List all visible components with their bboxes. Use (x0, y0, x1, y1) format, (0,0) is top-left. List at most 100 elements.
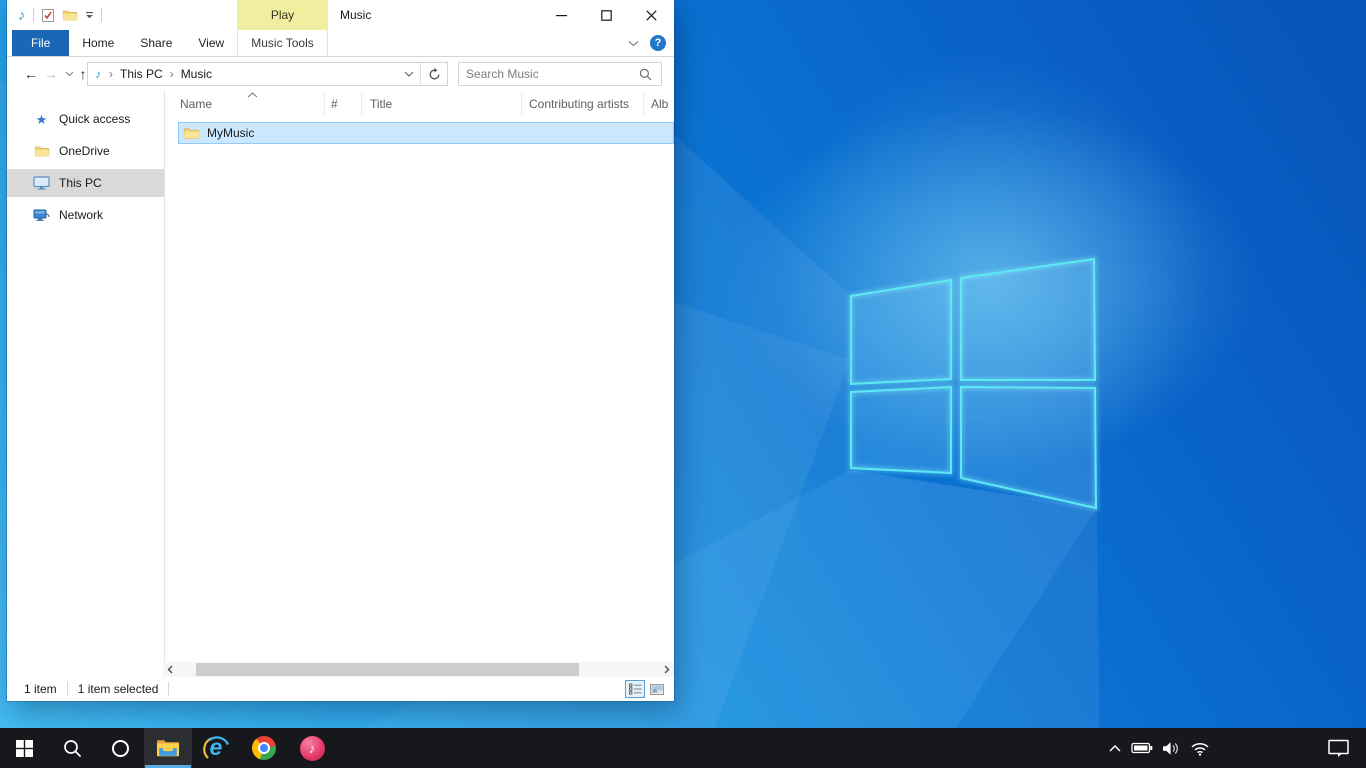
contextual-tab-play[interactable]: Play (237, 0, 328, 30)
breadcrumb-separator: › (104, 67, 118, 81)
new-folder-button[interactable] (62, 4, 78, 26)
internet-explorer-button[interactable]: e (192, 728, 240, 768)
file-name: MyMusic (207, 126, 254, 140)
separator (168, 682, 169, 696)
file-row-mymusic[interactable]: MyMusic (178, 122, 674, 144)
internet-explorer-icon: e (203, 735, 230, 762)
itunes-button[interactable]: ♪ (288, 728, 336, 768)
taskbar-search-button[interactable] (48, 728, 96, 768)
sidebar-item-network[interactable]: Network (7, 201, 164, 229)
sidebar-item-label: Network (59, 208, 103, 222)
close-button[interactable] (629, 0, 674, 30)
close-icon (646, 10, 657, 21)
show-hidden-icons-button[interactable] (1108, 744, 1122, 753)
file-explorer-window: ♪ (7, 0, 674, 701)
cortana-circle-icon (111, 739, 130, 758)
column-header-contributing-artists[interactable]: Contributing artists (522, 91, 644, 117)
logo-pane-bottom-right (961, 387, 1096, 508)
sidebar-item-quick-access[interactable]: ★ Quick access (7, 105, 164, 133)
desktop: ♪ (0, 0, 1366, 768)
refresh-button[interactable] (420, 63, 447, 85)
breadcrumb-music[interactable]: Music (179, 67, 214, 81)
window-controls (539, 0, 674, 30)
logo-pane-top-right (961, 259, 1095, 380)
quick-access-toolbar: ♪ (7, 0, 102, 30)
logo-pane-bottom-left (851, 387, 951, 473)
action-center-button[interactable] (1316, 728, 1360, 768)
view-toggles (625, 680, 667, 698)
column-header-album[interactable]: Alb (644, 91, 674, 117)
taskbar: e ♪ (0, 728, 1366, 768)
volume-tray-icon[interactable] (1162, 741, 1181, 756)
scroll-right-button[interactable] (660, 662, 674, 677)
network-icon (33, 208, 50, 222)
wifi-icon (1190, 741, 1210, 756)
taskbar-file-explorer-button[interactable] (144, 728, 192, 768)
back-button[interactable]: ← (20, 63, 42, 85)
maximize-icon (601, 10, 612, 21)
properties-button[interactable] (41, 4, 55, 26)
column-label: # (331, 97, 338, 111)
tab-music-tools[interactable]: Music Tools (237, 30, 328, 56)
column-label: Alb (651, 97, 668, 111)
tab-view[interactable]: View (185, 30, 237, 56)
file-list-pane: Name # Title Contributing artists (165, 91, 674, 662)
location-music-icon[interactable]: ♪ (88, 67, 104, 81)
ie-ring-icon (203, 735, 230, 762)
address-bar[interactable]: ♪ › This PC › Music (87, 62, 448, 86)
sidebar-item-this-pc[interactable]: This PC (7, 169, 164, 197)
column-header-name[interactable]: Name (165, 91, 325, 117)
sidebar-item-label: This PC (59, 176, 102, 190)
refresh-icon (428, 68, 441, 81)
search-input[interactable] (459, 67, 639, 81)
sidebar-item-label: OneDrive (59, 144, 110, 158)
column-headers: Name # Title Contributing artists (165, 91, 674, 117)
large-icons-view-button[interactable] (647, 680, 667, 698)
cortana-button[interactable] (96, 728, 144, 768)
wifi-tray-icon[interactable] (1190, 741, 1210, 756)
itunes-icon: ♪ (300, 736, 325, 761)
this-pc-monitor-icon (33, 176, 50, 190)
breadcrumb-separator: › (165, 67, 179, 81)
scrollbar-track[interactable] (177, 662, 660, 677)
column-header-title[interactable]: Title (362, 91, 522, 117)
sort-ascending-icon (247, 92, 258, 98)
chrome-button[interactable] (240, 728, 288, 768)
chevron-up-icon (1108, 744, 1122, 753)
action-center-icon (1328, 739, 1349, 758)
file-explorer-icon (155, 737, 181, 759)
maximize-button[interactable] (584, 0, 629, 30)
navigation-toolbar: ← → ↑ ♪ › This PC › Music (7, 57, 674, 91)
scrollbar-thumb[interactable] (196, 663, 579, 676)
tab-share[interactable]: Share (127, 30, 185, 56)
minimize-button[interactable] (539, 0, 584, 30)
battery-tray-icon[interactable] (1131, 741, 1153, 755)
chevron-down-icon (628, 40, 639, 47)
tab-home[interactable]: Home (69, 30, 127, 56)
customize-qat-dropdown[interactable] (85, 4, 94, 26)
titlebar: ♪ (7, 0, 674, 30)
forward-button[interactable]: → (41, 63, 61, 85)
address-dropdown-button[interactable] (398, 63, 420, 85)
search-icon (63, 739, 82, 758)
chevron-left-icon (167, 665, 173, 674)
tab-file[interactable]: File (12, 30, 69, 56)
speaker-icon (1162, 741, 1181, 756)
breadcrumb-this-pc[interactable]: This PC (118, 67, 165, 81)
chrome-icon (252, 736, 276, 760)
column-header-number[interactable]: # (325, 91, 362, 117)
scroll-left-button[interactable] (163, 662, 177, 677)
help-button[interactable]: ? (650, 35, 666, 51)
start-button[interactable] (0, 728, 48, 768)
sidebar-item-onedrive[interactable]: OneDrive (7, 137, 164, 165)
expand-ribbon-chevron[interactable] (628, 36, 639, 50)
separator (101, 8, 102, 22)
logo-pane-top-left (851, 280, 951, 384)
details-view-button[interactable] (625, 680, 645, 698)
ribbon-right-controls: ? (628, 30, 666, 56)
quick-access-star-icon: ★ (33, 113, 50, 126)
dropdown-caret-icon (85, 11, 94, 19)
chevron-right-icon (664, 665, 670, 674)
music-note-window-icon[interactable]: ♪ (18, 8, 26, 23)
details-view-icon (629, 683, 642, 695)
